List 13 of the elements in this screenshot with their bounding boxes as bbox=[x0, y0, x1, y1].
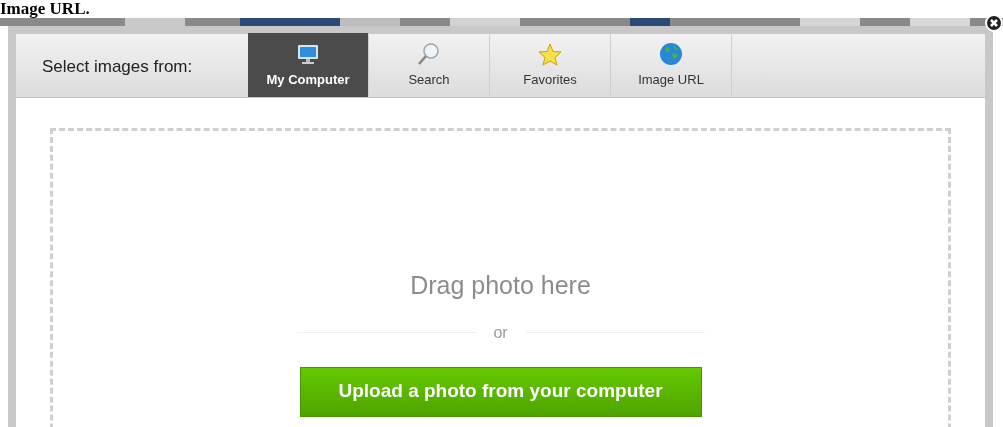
source-label: Select images from: bbox=[42, 55, 194, 78]
monitor-icon bbox=[296, 43, 320, 66]
source-tab[interactable]: Image URL bbox=[611, 33, 732, 97]
source-tab[interactable]: My Computer bbox=[248, 33, 369, 97]
drop-text: Drag photo here bbox=[410, 270, 591, 301]
or-separator: or bbox=[493, 322, 508, 343]
page-heading: Image URL. bbox=[0, 0, 91, 18]
globe-icon bbox=[659, 41, 683, 66]
close-button[interactable] bbox=[985, 14, 1003, 32]
star-icon bbox=[538, 42, 562, 66]
search-icon bbox=[417, 41, 441, 66]
source-tab[interactable]: Favorites bbox=[490, 33, 611, 97]
source-tab[interactable]: Search bbox=[369, 33, 490, 97]
